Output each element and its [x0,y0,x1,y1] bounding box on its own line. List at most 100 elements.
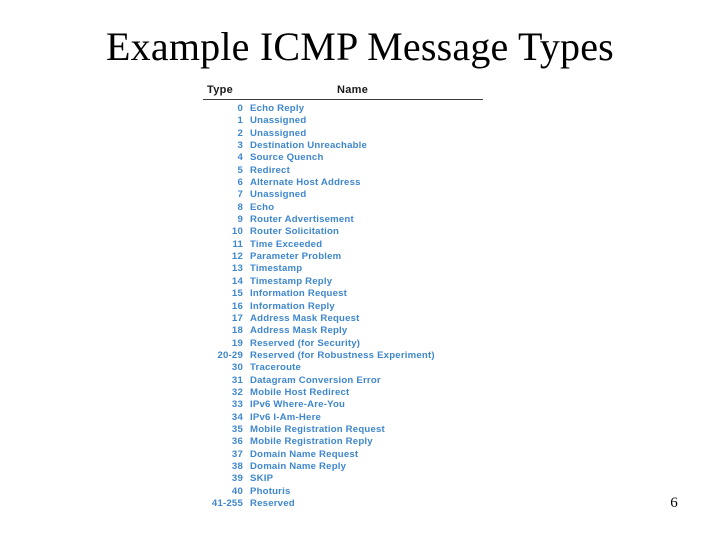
cell-type: 32 [231,386,243,398]
cell-type: 4 [237,152,243,164]
cell-type: 40 [231,485,243,497]
table-row: 17 Address Mask Request [203,313,483,325]
cell-name: Domain Name Request [250,448,359,460]
page-title: Example ICMP Message Types [106,24,614,69]
table-row: 32 Mobile Host Redirect [203,387,483,399]
cell-name: Domain Name Reply [250,460,347,472]
cell-type: 6 [237,177,243,189]
cell-name: Time Exceeded [250,238,323,250]
table-row: 1 Unassigned [203,115,483,127]
cell-name: Traceroute [250,362,302,374]
cell-name: Address Mask Reply [250,325,348,337]
table-header-row: Type Name [203,84,483,100]
table-row: 7 Unassigned [203,189,483,201]
cell-name: Router Advertisement [250,214,354,226]
table-row: 33 IPv6 Where-Are-You [203,399,483,411]
cell-type: 7 [237,189,243,201]
cell-name: SKIP [250,473,274,485]
cell-type: 38 [231,460,243,472]
table-row: 39 SKIP [203,473,483,485]
cell-type: 0 [237,103,243,114]
page-number: 6 [670,495,678,511]
table-row: 37 Domain Name Request [203,449,483,461]
cell-type: 19 [231,337,243,349]
cell-name: Unassigned [250,189,307,201]
cell-name: Parameter Problem [250,251,342,263]
cell-name: Information Request [250,288,348,300]
cell-type: 33 [231,399,243,411]
table-row: 20-29 Reserved (for Robustness Experiment… [203,350,483,362]
cell-type: 14 [231,275,243,287]
table-row: 18 Address Mask Reply [203,325,483,337]
cell-type: 12 [231,251,243,263]
cell-name: Reserved [250,498,295,509]
cell-type: 16 [231,300,243,312]
table-row: 35 Mobile Registration Request [203,424,483,436]
table-row: 9 Router Advertisement [203,214,483,226]
table-row: 15 Information Request [203,288,483,300]
cell-name: IPv6 Where-Are-You [250,399,346,411]
cell-type: 10 [231,226,243,238]
cell-type: 2 [237,127,243,139]
table-row: 6 Alternate Host Address [203,177,483,189]
table-row: 10 Router Solicitation [203,226,483,238]
table-row: 41-255 Reserved [203,498,483,510]
cell-name: Photuris [250,485,291,497]
cell-type: 11 [232,238,243,250]
table-row: 31 Datagram Conversion Error [203,375,483,387]
table-row: 19 Reserved (for Security) [203,338,483,350]
table-row: 13 Timestamp [203,263,483,275]
cell-name: Reserved (for Robustness Experiment) [250,349,435,361]
cell-name: Unassigned [250,115,307,127]
cell-name: Router Solicitation [250,226,340,238]
column-header-type: Type [207,84,234,96]
table-row: 8 Echo [203,202,483,214]
cell-name: Source Quench [250,152,324,164]
table-row: 38 Domain Name Reply [203,461,483,473]
cell-name: Unassigned [250,127,307,139]
cell-type: 15 [231,288,243,300]
table-row: 16 Information Reply [203,301,483,313]
cell-type: 39 [231,473,243,485]
table-row: 4 Source Quench [203,152,483,164]
cell-name: Redirect [250,164,290,176]
cell-type: 36 [231,436,243,448]
cell-type: 41-255 [211,498,243,509]
cell-name: Echo [250,201,275,213]
slide-canvas: Example ICMP Message Types Type Name 0 Ec… [0,0,720,540]
table-row: 14 Timestamp Reply [203,276,483,288]
cell-name: IPv6 I-Am-Here [250,411,322,423]
cell-type: 1 [237,115,243,127]
table-row: 12 Parameter Problem [203,251,483,263]
cell-type: 3 [237,140,243,152]
cell-type: 8 [237,201,243,213]
cell-name: Datagram Conversion Error [250,374,381,386]
cell-type: 9 [237,214,243,226]
cell-name: Timestamp Reply [250,275,333,287]
cell-name: Address Mask Request [250,312,360,324]
cell-type: 20-29 [217,349,243,361]
table-row: 11 Time Exceeded [203,239,483,251]
table-row: 5 Redirect [203,165,483,177]
icmp-message-types-table: Type Name 0 Echo Reply 1 Unassigned 2 Unassig… [203,84,483,510]
cell-type: 35 [231,423,243,435]
cell-type: 34 [231,411,243,423]
table-body: 0 Echo Reply 1 Unassigned 2 Unassigned 3 Destin… [203,103,483,510]
cell-type: 5 [237,164,243,176]
cell-type: 37 [231,448,243,460]
table-row: 0 Echo Reply [203,103,483,115]
table-row: 34 IPv6 I-Am-Here [203,412,483,424]
cell-name: Echo Reply [250,103,305,114]
cell-name: Mobile Host Redirect [250,386,350,398]
table-row: 3 Destination Unreachable [203,140,483,152]
column-header-name: Name [337,84,369,96]
cell-name: Information Reply [250,300,335,312]
cell-type: 13 [231,263,243,275]
table-row: 40 Photuris [203,486,483,498]
table-row: 36 Mobile Registration Reply [203,436,483,448]
table-row: 30 Traceroute [203,362,483,374]
cell-type: 30 [231,362,243,374]
cell-name: Timestamp [250,263,303,275]
cell-type: 17 [231,312,243,324]
cell-name: Mobile Registration Reply [250,436,373,448]
